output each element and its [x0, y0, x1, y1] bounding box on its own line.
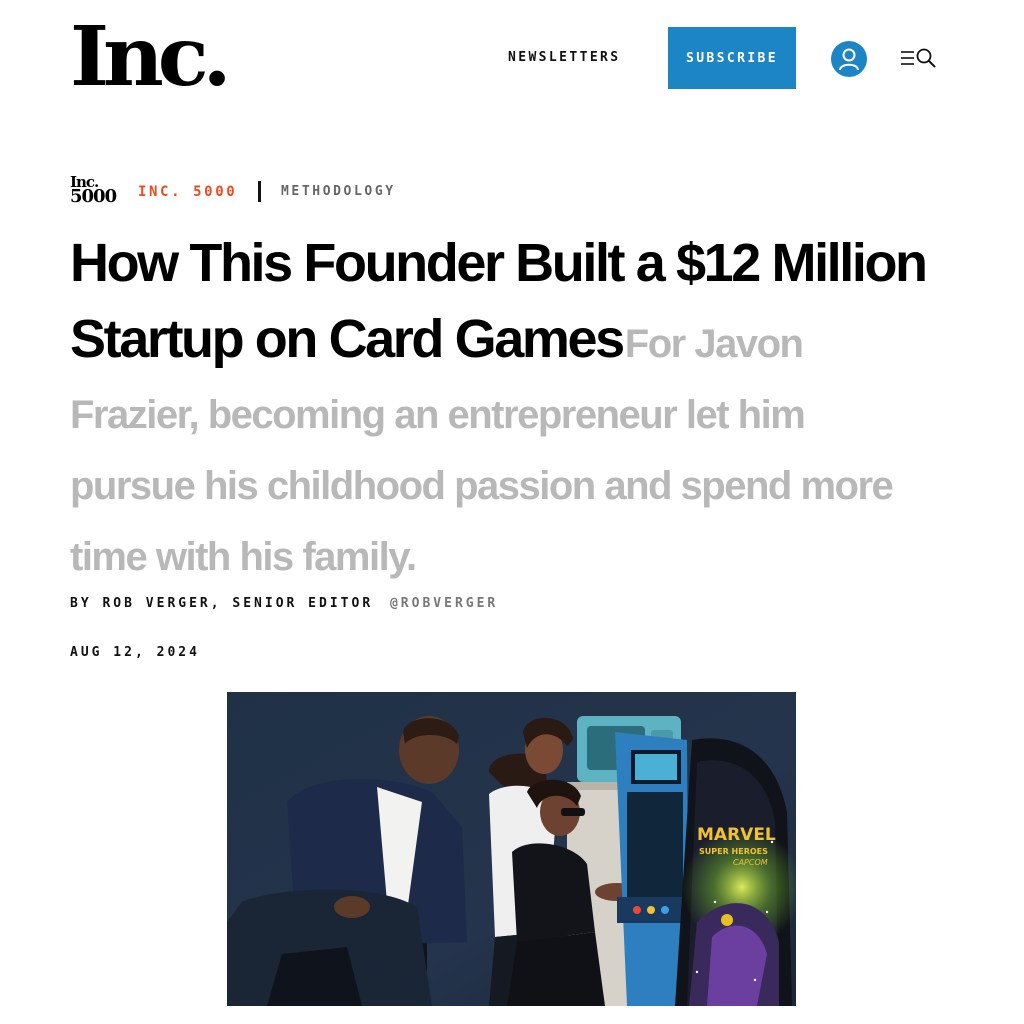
article-header: How This Founder Built a $12 Million Sta…	[70, 232, 930, 597]
arcade-marquee-title: MARVEL	[697, 825, 776, 845]
subscribe-button[interactable]: SUBSCRIBE	[668, 27, 796, 89]
account-button[interactable]	[831, 41, 867, 77]
arcade-marquee-subtitle: SUPER HEROES	[699, 847, 768, 856]
category-divider	[258, 181, 261, 202]
inc5000-badge-line2: 5000	[70, 185, 117, 207]
arcade-marquee-publisher: CAPCOM	[733, 858, 768, 867]
category-inc5000-link[interactable]: INC. 5000	[138, 184, 237, 200]
site-header: Inc. NEWSLETTERS SUBSCRIBE	[0, 0, 1024, 120]
byline-handle[interactable]: @ROBVERGER	[390, 596, 498, 611]
user-icon	[839, 48, 859, 71]
publish-date: AUG 12, 2024	[70, 645, 200, 660]
menu-search-button[interactable]	[900, 46, 938, 70]
inc5000-badge[interactable]: Inc. 5000	[70, 175, 120, 207]
menu-icon	[901, 51, 914, 65]
hero-image: MARVEL SUPER HEROES CAPCOM	[227, 692, 796, 1006]
newsletters-link[interactable]: NEWSLETTERS	[508, 50, 621, 65]
byline-author[interactable]: BY ROB VERGER, SENIOR EDITOR	[70, 596, 373, 611]
byline: BY ROB VERGER, SENIOR EDITOR @ROBVERGER	[70, 596, 498, 611]
inc-logo[interactable]: Inc.	[70, 16, 232, 98]
search-icon	[916, 48, 936, 68]
category-methodology-link[interactable]: METHODOLOGY	[281, 184, 396, 199]
